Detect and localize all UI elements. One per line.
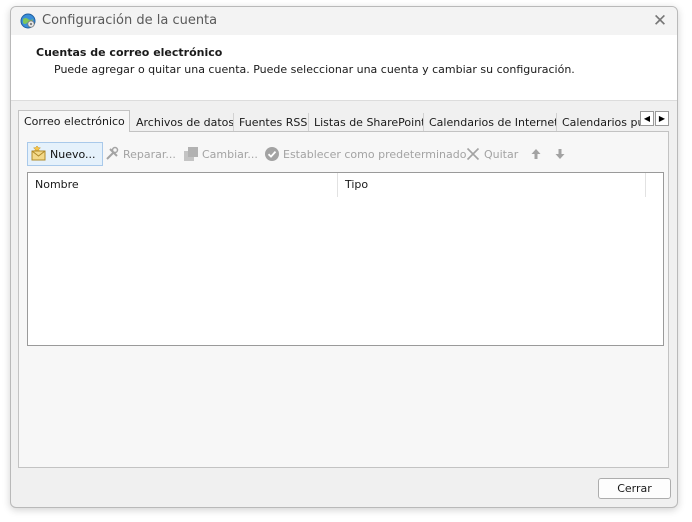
header-title: Cuentas de correo electrónico xyxy=(36,46,223,59)
close-icon: ✕ xyxy=(652,10,668,31)
change-account-label: Cambiar... xyxy=(202,147,258,161)
close-window-button[interactable]: ✕ xyxy=(649,10,671,32)
dialog-header: Cuentas de correo electrónico Puede agre… xyxy=(11,35,677,101)
title-bar: Configuración de la cuenta ✕ xyxy=(11,7,677,35)
repair-account-label: Reparar... xyxy=(123,147,176,161)
tools-icon xyxy=(104,146,120,162)
tab-scroll-left-button[interactable]: ◀ xyxy=(640,111,654,126)
new-account-label: Nuevo... xyxy=(50,147,96,161)
account-settings-dialog: Configuración de la cuenta ✕ Cuentas de … xyxy=(10,6,678,508)
email-tab-panel: Nuevo... Reparar... Cambiar... Establece… xyxy=(18,131,669,468)
arrow-right-icon: ▶ xyxy=(658,114,666,123)
column-header-type[interactable]: Tipo xyxy=(338,173,646,197)
window-title: Configuración de la cuenta xyxy=(42,13,218,28)
remove-x-icon xyxy=(465,146,481,162)
header-description: Puede agregar o quitar una cuenta. Puede… xyxy=(54,63,575,76)
remove-account-button[interactable]: Quitar xyxy=(465,142,518,166)
set-default-label: Establecer como predeterminado xyxy=(283,147,467,161)
set-default-button[interactable]: Establecer como predeterminado xyxy=(264,142,466,166)
arrow-left-icon: ◀ xyxy=(643,114,651,123)
tab-email[interactable]: Correo electrónico xyxy=(18,110,130,132)
arrow-up-icon xyxy=(528,146,544,162)
column-header-name[interactable]: Nombre xyxy=(28,173,338,197)
close-dialog-button[interactable]: Cerrar xyxy=(598,478,671,499)
new-account-button[interactable]: Nuevo... xyxy=(27,142,103,166)
remove-account-label: Quitar xyxy=(484,147,519,161)
accounts-list[interactable]: Nombre Tipo xyxy=(27,172,664,346)
new-mail-icon xyxy=(31,146,47,162)
tab-rss-feeds[interactable]: Fuentes RSS xyxy=(234,113,309,132)
arrow-down-icon xyxy=(552,146,568,162)
change-settings-icon xyxy=(183,146,199,162)
move-up-button[interactable] xyxy=(528,142,547,166)
tab-data-files[interactable]: Archivos de datos xyxy=(131,113,234,132)
checkmark-circle-icon xyxy=(264,146,280,162)
change-account-button[interactable]: Cambiar... xyxy=(183,142,258,166)
tab-strip: Correo electrónico Archivos de datos Fue… xyxy=(18,110,670,132)
account-toolbar: Nuevo... Reparar... Cambiar... Establece… xyxy=(27,142,660,166)
move-down-button[interactable] xyxy=(552,142,571,166)
repair-account-button[interactable]: Reparar... xyxy=(104,142,176,166)
tab-internet-calendars[interactable]: Calendarios de Internet xyxy=(424,113,557,132)
account-settings-globe-icon xyxy=(20,13,36,29)
tab-sharepoint-lists[interactable]: Listas de SharePoint xyxy=(309,113,424,132)
tab-scroll-right-button[interactable]: ▶ xyxy=(655,111,669,126)
